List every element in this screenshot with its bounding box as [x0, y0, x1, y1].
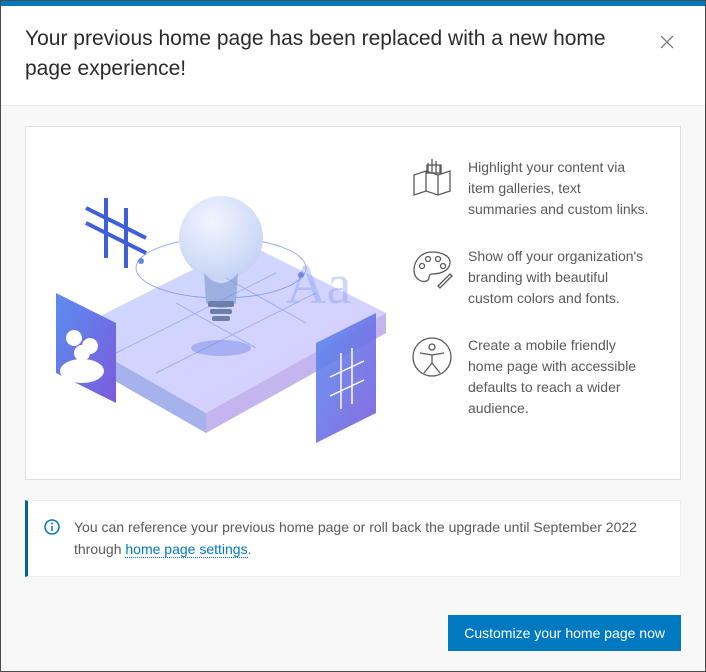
modal-body: Aa — [1, 106, 705, 601]
close-icon — [659, 34, 675, 50]
feature-item: Highlight your content via item gallerie… — [410, 157, 650, 220]
feature-item: Show off your organization's branding wi… — [410, 246, 650, 309]
info-notice: You can reference your previous home pag… — [25, 500, 681, 577]
notice-text-after: . — [248, 541, 252, 557]
modal-title: Your previous home page has been replace… — [25, 24, 653, 85]
home-page-settings-link[interactable]: home page settings — [125, 541, 247, 558]
modal-dialog: Your previous home page has been replace… — [0, 0, 706, 672]
feature-text: Highlight your content via item gallerie… — [468, 157, 650, 220]
feature-item: Create a mobile friendly home page with … — [410, 335, 650, 419]
notice-text: You can reference your previous home pag… — [74, 517, 660, 560]
feature-text: Create a mobile friendly home page with … — [468, 335, 650, 419]
accessibility-icon — [410, 335, 454, 379]
customize-home-page-button[interactable]: Customize your home page now — [448, 615, 681, 651]
modal-footer: Customize your home page now — [1, 599, 705, 671]
feature-list: Highlight your content via item gallerie… — [410, 153, 650, 453]
close-button[interactable] — [653, 28, 681, 59]
modal-header: Your previous home page has been replace… — [1, 6, 705, 106]
feature-text: Show off your organization's branding wi… — [468, 246, 650, 309]
hero-illustration: Aa — [46, 153, 386, 453]
svg-text:Aa: Aa — [286, 254, 351, 316]
palette-icon — [410, 246, 454, 290]
feature-card: Aa — [25, 126, 681, 480]
info-icon — [44, 519, 60, 535]
city-map-icon — [410, 157, 454, 201]
